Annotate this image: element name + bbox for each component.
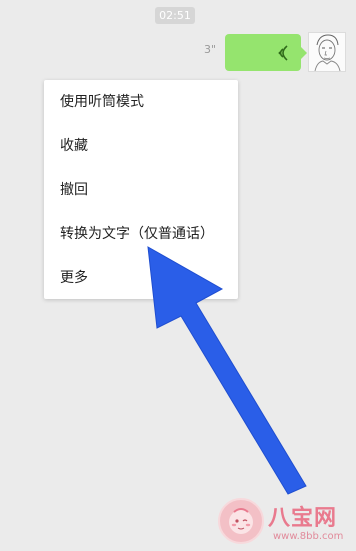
avatar[interactable] (308, 32, 346, 72)
voice-wave-icon (278, 45, 288, 61)
portrait-sketch (309, 33, 345, 71)
timestamp-text: 02:51 (159, 9, 191, 22)
menu-item-convert-to-text[interactable]: 转换为文字（仅普通话） (44, 212, 238, 256)
chat-area: 02:51 3" 使用听筒模式 收藏 撤回 转换为文字（仅普通话） 更多 八宝网… (0, 0, 356, 551)
menu-item-earpiece-mode[interactable]: 使用听筒模式 (44, 80, 238, 124)
timestamp-chip: 02:51 (155, 7, 195, 24)
voice-message-bubble[interactable] (225, 34, 307, 71)
watermark-title: 八宝网 (268, 506, 338, 531)
watermark-mascot-badge (218, 498, 264, 544)
voice-duration: 3" (204, 43, 217, 56)
menu-item-favorite[interactable]: 收藏 (44, 124, 238, 168)
site-watermark: 八宝网 www.8bb.com (218, 498, 352, 548)
menu-item-more[interactable]: 更多 (44, 256, 238, 300)
menu-item-recall[interactable]: 撤回 (44, 168, 238, 212)
watermark-url: www.8bb.com (273, 531, 344, 542)
message-context-menu: 使用听筒模式 收藏 撤回 转换为文字（仅普通话） 更多 (44, 80, 238, 299)
